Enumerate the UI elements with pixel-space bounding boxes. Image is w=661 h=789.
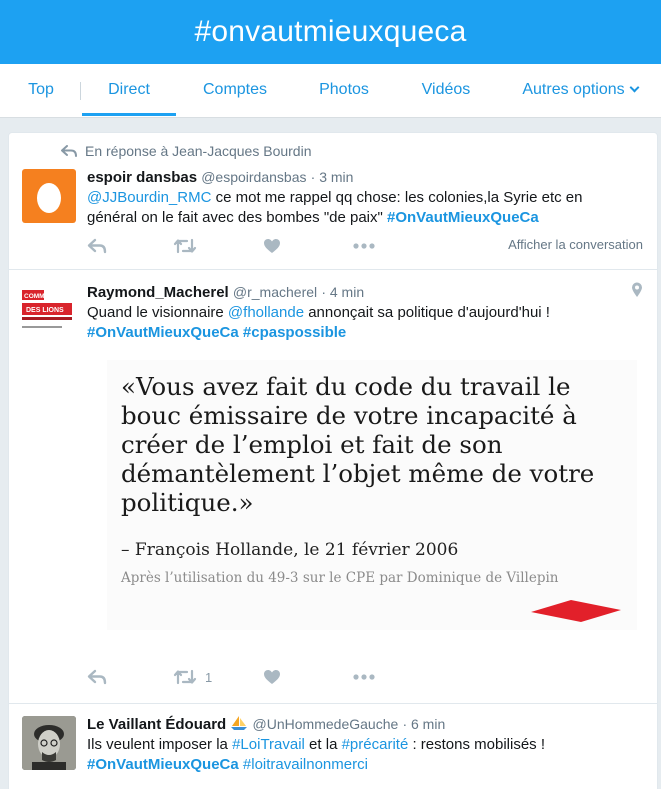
- tweet-text: @JJBourdin_RMC ce mot me rappel qq chose…: [87, 188, 633, 228]
- author-handle[interactable]: @espoirdansbas: [201, 169, 306, 185]
- more-button[interactable]: [353, 235, 375, 257]
- tab-label: Top: [28, 81, 54, 98]
- tweet-text-part: : restons mobilisés !: [408, 736, 545, 753]
- search-header: #onvautmieuxqueca: [0, 0, 661, 64]
- tweet-actions: [87, 235, 567, 257]
- avatar[interactable]: COMME DES LIONS: [22, 284, 76, 338]
- tweet-text-part: et la: [304, 736, 342, 753]
- hashtag-link[interactable]: #LoiTravail: [232, 736, 305, 753]
- hashtag-link[interactable]: #OnVautMieuxQueCa: [87, 756, 239, 773]
- tweet-item[interactable]: COMME DES LIONS Raymond_Macherel @r_mach…: [9, 270, 657, 704]
- tab-comptes[interactable]: Comptes: [192, 64, 278, 118]
- like-button[interactable]: [263, 666, 281, 688]
- tweet-actions: 1: [87, 666, 487, 688]
- tab-divider: [80, 82, 81, 100]
- tweet-text: Quand le visionnaire @fhollande annonçai…: [87, 303, 633, 343]
- retweet-icon: [173, 669, 197, 685]
- avatar[interactable]: [22, 716, 76, 770]
- tab-videos[interactable]: Vidéos: [410, 64, 482, 118]
- reply-button[interactable]: [87, 666, 107, 688]
- author-handle[interactable]: @UnHommedeGauche: [253, 716, 399, 732]
- tweet-item[interactable]: Le Vaillant Édouard @UnHommedeGauche · 6…: [9, 704, 657, 789]
- tweet-header: Raymond_Macherel @r_macherel · 4 min: [87, 282, 633, 303]
- tweet-text-part: annonçait sa politique d'aujourd'hui !: [304, 304, 550, 321]
- reply-button[interactable]: [87, 235, 107, 257]
- egg-icon: [37, 183, 61, 213]
- comme-des-lions-logo: COMME DES LIONS: [22, 290, 72, 328]
- tweet-content: Le Vaillant Édouard @UnHommedeGauche · 6…: [87, 714, 633, 775]
- retweet-icon: [173, 238, 197, 254]
- heart-icon: [264, 239, 280, 253]
- svg-text:DES LIONS: DES LIONS: [26, 307, 64, 314]
- hashtag-link[interactable]: #cpaspossible: [243, 324, 346, 341]
- chevron-down-icon: [629, 82, 640, 93]
- tweet-time[interactable]: · 6 min: [402, 716, 445, 732]
- tweet-item[interactable]: En réponse à Jean-Jacques Bourdin espoir…: [9, 133, 657, 270]
- svg-text:COMME: COMME: [24, 293, 50, 300]
- like-button[interactable]: [263, 235, 281, 257]
- tweet-media-image[interactable]: «Vous avez fait du code du travail le bo…: [107, 360, 637, 630]
- more-button[interactable]: [353, 666, 375, 688]
- tab-direct[interactable]: Direct: [82, 64, 176, 118]
- sailboat-emoji-icon: [231, 716, 248, 730]
- reply-context: En réponse à Jean-Jacques Bourdin: [61, 143, 311, 159]
- red-diamond-shape: [531, 600, 621, 622]
- author-name[interactable]: Le Vaillant Édouard: [87, 716, 226, 733]
- hashtag-link[interactable]: #précarité: [342, 736, 409, 753]
- tweet-timeline: En réponse à Jean-Jacques Bourdin espoir…: [8, 132, 658, 789]
- image-quote-note: Après l’utilisation du 49-3 sur le CPE p…: [121, 570, 559, 586]
- reply-icon: [87, 238, 107, 254]
- author-handle[interactable]: @r_macherel: [233, 284, 317, 300]
- tweet-text: Ils veulent imposer la #LoiTravail et la…: [87, 735, 633, 775]
- tab-label: Comptes: [202, 81, 268, 98]
- more-dots-icon: [353, 674, 375, 680]
- tab-autres-options[interactable]: Autres options: [510, 64, 650, 118]
- portrait-photo: [22, 716, 76, 770]
- hashtag-link[interactable]: #loitravailnonmerci: [243, 756, 368, 773]
- mention-link[interactable]: @fhollande: [228, 304, 304, 321]
- active-tab-indicator: [82, 113, 176, 116]
- tab-label: Autres options: [522, 81, 625, 98]
- search-title: #onvautmieuxqueca: [194, 15, 467, 48]
- tab-photos[interactable]: Photos: [306, 64, 382, 118]
- image-quote-author: – François Hollande, le 21 février 2006: [121, 540, 459, 560]
- retweet-count: 1: [205, 669, 213, 685]
- reply-icon: [61, 145, 77, 157]
- tweet-text-part: Ils veulent imposer la: [87, 736, 233, 753]
- author-name[interactable]: Raymond_Macherel: [87, 284, 229, 301]
- show-conversation-link[interactable]: Afficher la conversation: [508, 237, 643, 252]
- tweet-text-part: Quand le visionnaire: [87, 304, 228, 321]
- tweet-header: Le Vaillant Édouard @UnHommedeGauche · 6…: [87, 714, 633, 735]
- tweet-header: espoir dansbas @espoirdansbas · 3 min: [87, 167, 633, 188]
- retweet-button[interactable]: 1: [173, 666, 212, 688]
- tab-label: Photos: [319, 81, 369, 98]
- image-quote-text: «Vous avez fait du code du travail le bo…: [121, 372, 595, 517]
- tweet-time[interactable]: · 3 min: [311, 169, 354, 185]
- mention-link[interactable]: @JJBourdin_RMC: [87, 189, 211, 206]
- heart-icon: [264, 670, 280, 684]
- more-dots-icon: [353, 243, 375, 249]
- tweet-time[interactable]: · 4 min: [321, 284, 364, 300]
- tweet-content: Raymond_Macherel @r_macherel · 4 min Qua…: [87, 282, 633, 343]
- tab-label: Vidéos: [421, 81, 471, 98]
- tweet-content: espoir dansbas @espoirdansbas · 3 min @J…: [87, 167, 633, 228]
- author-name[interactable]: espoir dansbas: [87, 169, 197, 186]
- hashtag-link[interactable]: #OnVautMieuxQueCa: [87, 324, 239, 341]
- reply-icon: [87, 669, 107, 685]
- search-tabs: Top Direct Comptes Photos Vidéos Autres …: [0, 64, 661, 118]
- tab-label: Direct: [108, 81, 150, 98]
- tab-top[interactable]: Top: [14, 64, 68, 118]
- hashtag-link[interactable]: #OnVautMieuxQueCa: [387, 209, 539, 226]
- avatar[interactable]: [22, 169, 76, 223]
- retweet-button[interactable]: [173, 235, 197, 257]
- reply-context-text: En réponse à Jean-Jacques Bourdin: [85, 143, 312, 159]
